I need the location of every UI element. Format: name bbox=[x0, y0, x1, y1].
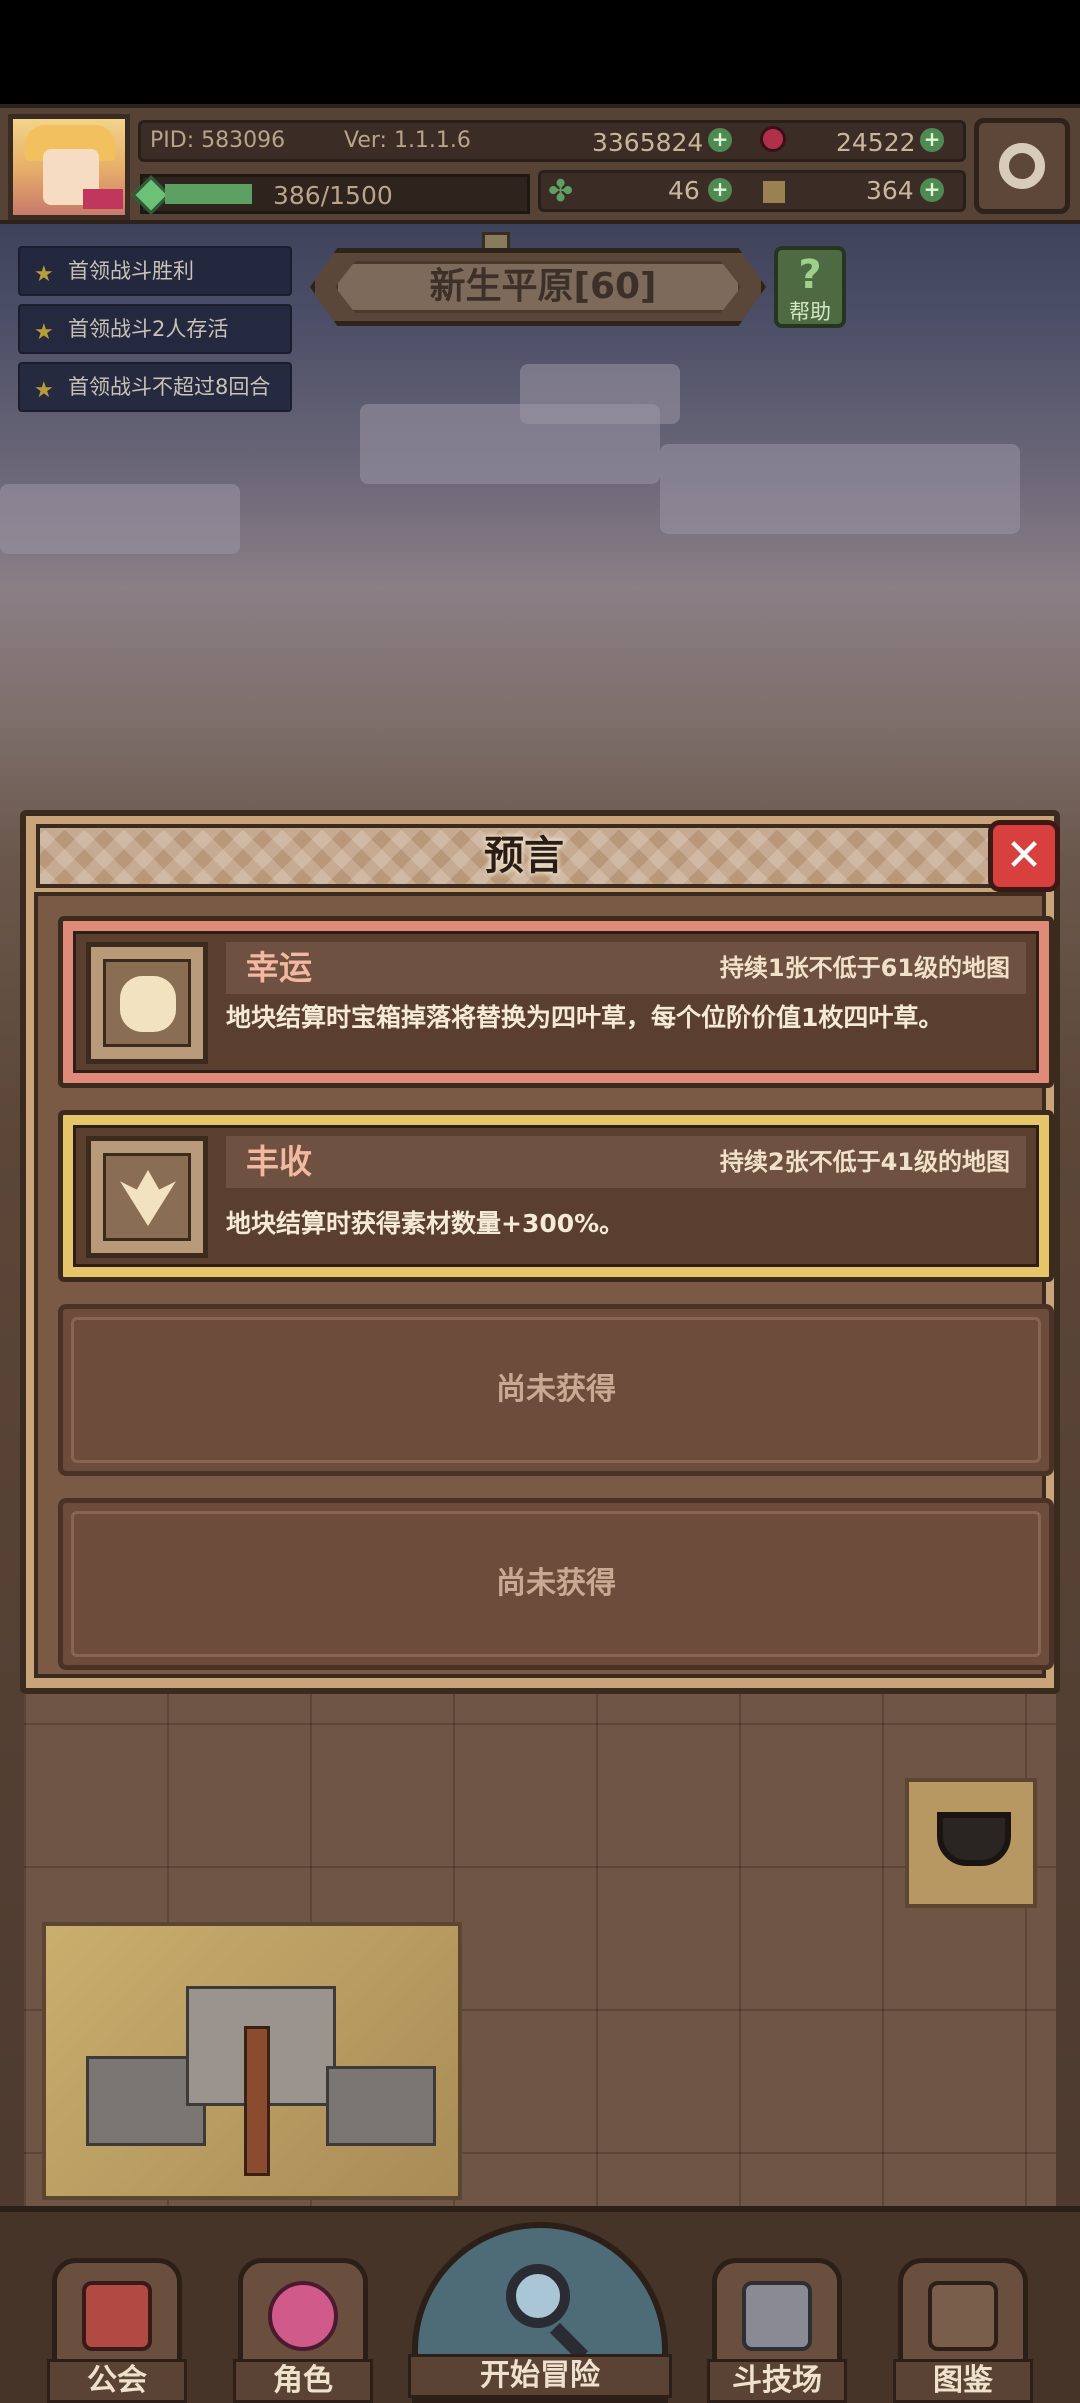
prophecy-dialog: 预言 ✕ 幸运 持续1张不低于61级的地图 地块结算时宝箱掉落将替换为四叶草，每… bbox=[20, 810, 1060, 1694]
nav-character-label: 角色 bbox=[233, 2359, 373, 2403]
card-name-bar: 丰收 持续2张不低于41级的地图 bbox=[226, 1136, 1026, 1188]
close-button[interactable]: ✕ bbox=[988, 820, 1060, 892]
card-duration: 持续2张不低于41级的地图 bbox=[719, 1148, 1010, 1176]
quest-label: 首领战斗胜利 bbox=[68, 259, 194, 283]
nav-arena-button[interactable]: 斗技场 bbox=[707, 2258, 847, 2403]
prophecy-card-harvest[interactable]: 丰收 持续2张不低于41级的地图 地块结算时获得素材数量+300%。 bbox=[58, 1110, 1054, 1282]
help-button[interactable]: ? 帮助 bbox=[774, 246, 846, 328]
quest-item: ★ 首领战斗胜利 bbox=[18, 246, 292, 296]
nav-guild-label: 公会 bbox=[47, 2359, 187, 2403]
status-bar bbox=[0, 0, 1080, 104]
book-icon bbox=[928, 2281, 998, 2351]
card-name: 丰收 bbox=[246, 1142, 312, 1181]
empty-slot-label: 尚未获得 bbox=[496, 1372, 616, 1407]
card-body: 幸运 持续1张不低于61级的地图 地块结算时宝箱掉落将替换为四叶草，每个位阶价值… bbox=[73, 931, 1039, 1073]
dialog-title: 预言 bbox=[484, 833, 564, 879]
card-name: 幸运 bbox=[246, 948, 312, 987]
gem-icon bbox=[760, 126, 786, 152]
dialog-header: 预言 bbox=[36, 824, 1004, 888]
card-icon-frame bbox=[86, 942, 208, 1064]
card-body: 丰收 持续2张不低于41级的地图 地块结算时获得素材数量+300%。 bbox=[73, 1125, 1039, 1267]
quest-label: 首领战斗不超过8回合 bbox=[68, 375, 271, 399]
close-icon: ✕ bbox=[1005, 830, 1043, 881]
help-label: 帮助 bbox=[789, 300, 831, 324]
exp-text: 386/1500 bbox=[273, 181, 393, 210]
clover-amount: 46 bbox=[668, 176, 700, 205]
gem-amount: 24522 bbox=[836, 128, 916, 157]
empty-prophecy-slot: 尚未获得 bbox=[58, 1304, 1054, 1476]
rock-tile[interactable] bbox=[42, 1922, 462, 2200]
settings-button[interactable] bbox=[974, 118, 1070, 214]
cauldron-tile[interactable] bbox=[905, 1778, 1037, 1908]
avatar-bow bbox=[83, 189, 123, 209]
add-material-button[interactable]: + bbox=[920, 178, 944, 202]
guild-icon bbox=[82, 2281, 152, 2351]
character-icon bbox=[268, 2281, 338, 2351]
exp-bar: 386/1500 bbox=[131, 174, 530, 215]
map-title-banner[interactable]: 新生平原[60] bbox=[310, 248, 766, 326]
quest-item: ★ 首领战斗不超过8回合 bbox=[18, 362, 292, 412]
question-mark-icon: ? bbox=[798, 252, 822, 298]
add-gems-button[interactable]: + bbox=[920, 128, 944, 152]
exp-bar-fill bbox=[165, 184, 252, 204]
nav-guild-button[interactable]: 公会 bbox=[47, 2258, 187, 2403]
quest-label: 首领战斗2人存活 bbox=[68, 317, 229, 341]
nav-codex-label: 图鉴 bbox=[893, 2359, 1033, 2403]
top-hud: PID: 583096 Ver: 1.1.1.6 3365824 + 24522… bbox=[0, 104, 1080, 258]
start-adventure-label: 开始冒险 bbox=[408, 2354, 672, 2398]
player-avatar[interactable] bbox=[8, 114, 130, 220]
cloud bbox=[0, 484, 240, 554]
signpost bbox=[244, 2026, 270, 2176]
card-icon-frame bbox=[86, 1136, 208, 1258]
card-description: 地块结算时获得素材数量+300%。 bbox=[226, 1209, 625, 1238]
card-duration: 持续1张不低于61级的地图 bbox=[719, 954, 1010, 982]
nav-codex-button[interactable]: 图鉴 bbox=[893, 2258, 1033, 2403]
clover-icon: ✤ bbox=[548, 174, 574, 209]
cauldron-icon bbox=[937, 1812, 1011, 1866]
crossed-swords-icon bbox=[742, 2281, 812, 2351]
rock bbox=[326, 2066, 436, 2146]
material-icon bbox=[760, 178, 788, 206]
cloud bbox=[660, 444, 1020, 534]
quest-item: ★ 首领战斗2人存活 bbox=[18, 304, 292, 354]
gear-icon bbox=[999, 143, 1045, 189]
prophecy-card-luck[interactable]: 幸运 持续1张不低于61级的地图 地块结算时宝箱掉落将替换为四叶草，每个位阶价值… bbox=[58, 916, 1054, 1088]
empty-prophecy-slot: 尚未获得 bbox=[58, 1498, 1054, 1670]
empty-slot-label: 尚未获得 bbox=[496, 1566, 616, 1601]
harvest-leaf-icon bbox=[103, 1153, 191, 1241]
nav-arena-label: 斗技场 bbox=[707, 2359, 847, 2403]
star-icon: ★ bbox=[34, 378, 54, 403]
star-icon: ★ bbox=[34, 320, 54, 345]
card-name-bar: 幸运 持续1张不低于61级的地图 bbox=[226, 942, 1026, 994]
magnifier-icon bbox=[506, 2264, 570, 2328]
four-leaf-clover-icon bbox=[103, 959, 191, 1047]
add-clover-button[interactable]: + bbox=[708, 178, 732, 202]
game-version: Ver: 1.1.1.6 bbox=[344, 128, 471, 153]
player-id: PID: 583096 bbox=[150, 128, 286, 153]
map-title: 新生平原[60] bbox=[429, 266, 657, 307]
cloud bbox=[520, 364, 680, 424]
material-amount: 364 bbox=[866, 176, 914, 205]
nav-character-button[interactable]: 角色 bbox=[233, 2258, 373, 2403]
gold-amount: 3365824 bbox=[592, 128, 704, 157]
card-description: 地块结算时宝箱掉落将替换为四叶草，每个位阶价值1枚四叶草。 bbox=[226, 1003, 944, 1032]
star-icon: ★ bbox=[34, 262, 54, 287]
add-gold-button[interactable]: + bbox=[708, 128, 732, 152]
